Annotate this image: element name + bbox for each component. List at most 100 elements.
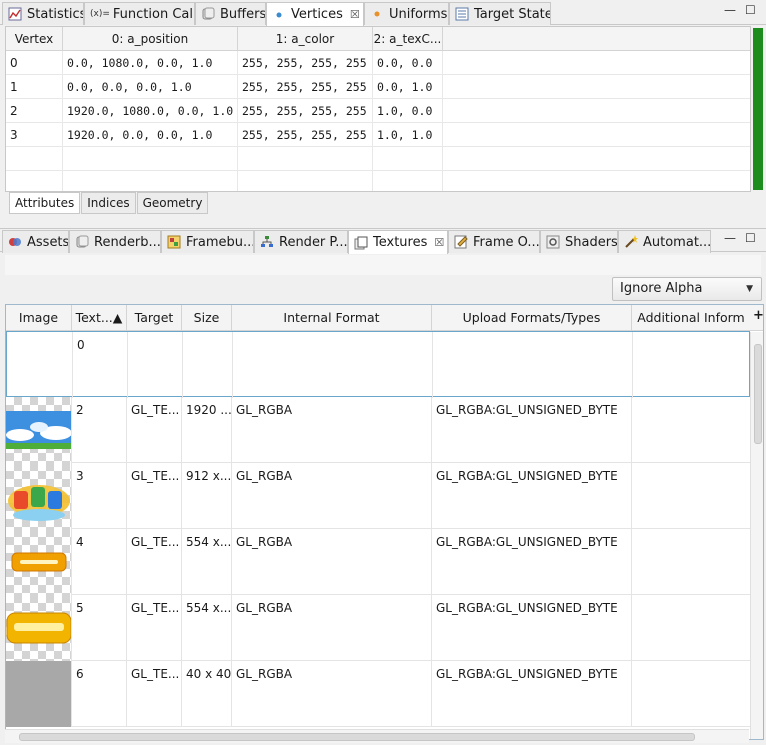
- column-header-internal-format[interactable]: Internal Format: [232, 305, 432, 331]
- tab-label: Buffers: [220, 6, 266, 22]
- tab-uniforms[interactable]: Uniforms: [364, 2, 449, 25]
- render-pass-icon: [261, 236, 273, 247]
- vertex-index: 2: [6, 99, 63, 123]
- buffers-icon: [202, 7, 215, 20]
- horizontal-scrollbar[interactable]: [5, 729, 749, 743]
- shaders-icon: [546, 235, 560, 249]
- add-column-icon[interactable]: +: [753, 308, 763, 323]
- vertical-scrollbar[interactable]: [750, 332, 763, 739]
- column-header-color[interactable]: 1: a_color: [238, 27, 373, 51]
- tab-frame-objects[interactable]: Frame O...: [448, 230, 540, 253]
- vertices-icon: [276, 12, 282, 17]
- tab-shaders[interactable]: Shaders: [540, 230, 618, 253]
- tab-indices[interactable]: Indices: [81, 192, 136, 214]
- tab-function-call[interactable]: (x)= Function Call: [84, 2, 195, 25]
- tab-label: Framebu...: [186, 234, 254, 250]
- function-call-icon: (x)=: [90, 9, 110, 19]
- texcoord-cell: 1.0, 0.0: [373, 99, 443, 123]
- tab-label: Textures: [373, 235, 428, 250]
- scrollbar-thumb[interactable]: [754, 344, 762, 444]
- size-cell: 40 x 40: [182, 661, 232, 727]
- tab-target-state[interactable]: Target State: [449, 2, 551, 25]
- target-cell: GL_TE...: [127, 397, 182, 463]
- tab-automation[interactable]: Automat...: [618, 230, 711, 253]
- maximize-icon[interactable]: ☐: [745, 231, 756, 245]
- image-cell: [7, 332, 73, 398]
- column-header-target[interactable]: Target: [127, 305, 182, 331]
- tab-label: Statistics: [27, 6, 84, 22]
- empty-cell: [238, 147, 373, 171]
- tab-textures[interactable]: Textures ☒: [348, 230, 448, 254]
- empty-cell: [6, 171, 63, 191]
- vertex-index: 0: [6, 51, 63, 75]
- tab-vertices[interactable]: Vertices ☒: [266, 2, 364, 26]
- tab-label: Automat...: [643, 234, 711, 250]
- table-header: Image Text...▲ Target Size Internal Form…: [6, 305, 763, 331]
- internal-format-cell: GL_RGBA: [232, 529, 432, 595]
- upload-format-cell: GL_RGBA:GL_UNSIGNED_BYTE: [432, 397, 632, 463]
- textures-toolbar: [5, 255, 761, 275]
- column-header-additional-info[interactable]: Additional Inform: [632, 305, 750, 331]
- minimize-icon[interactable]: —: [724, 3, 736, 17]
- table-row[interactable]: 0 0.0, 1080.0, 0.0, 1.0 255, 255, 255, 2…: [6, 51, 750, 75]
- tab-buffers[interactable]: Buffers: [195, 2, 266, 25]
- image-cell: [6, 397, 72, 463]
- table-row[interactable]: 0: [6, 331, 750, 398]
- upload-format-cell: GL_RGBA:GL_UNSIGNED_BYTE: [432, 595, 632, 661]
- column-header-upload-formats[interactable]: Upload Formats/Types: [432, 305, 632, 331]
- column-header-vertex[interactable]: Vertex: [6, 27, 63, 51]
- close-icon[interactable]: ☒: [350, 8, 360, 21]
- vertex-index: 3: [6, 123, 63, 147]
- top-tab-bar: Statistics (x)= Function Call Buffers Ve…: [0, 0, 766, 26]
- table-row[interactable]: 3 1920.0, 0.0, 0.0, 1.0 255, 255, 255, 2…: [6, 123, 750, 147]
- alpha-mode-dropdown[interactable]: Ignore Alpha ▼: [612, 277, 762, 301]
- column-header-position[interactable]: 0: a_position: [63, 27, 238, 51]
- minimize-icon[interactable]: —: [724, 231, 736, 245]
- target-cell: GL_TE...: [127, 463, 182, 529]
- image-cell: [6, 661, 72, 727]
- color-cell: 255, 255, 255, 255: [238, 75, 373, 99]
- tab-attributes[interactable]: Attributes: [9, 192, 81, 214]
- close-icon[interactable]: ☒: [434, 236, 444, 249]
- table-row[interactable]: 3 GL_TE... 912 x... GL_RGBA GL_RGBA:GL_U…: [6, 463, 750, 529]
- tab-renderbuffers[interactable]: Renderb...: [69, 230, 161, 253]
- texture-thumbnail-sky: [6, 397, 71, 463]
- internal-format-cell: GL_RGBA: [232, 463, 432, 529]
- tab-label: Vertices: [291, 7, 343, 22]
- texture-id-cell: 5: [72, 595, 127, 661]
- texcoord-cell: 0.0, 1.0: [373, 75, 443, 99]
- table-row[interactable]: 6 GL_TE... 40 x 40 GL_RGBA GL_RGBA:GL_UN…: [6, 661, 750, 727]
- maximize-icon[interactable]: ☐: [745, 3, 756, 17]
- internal-format-cell: GL_RGBA: [232, 397, 432, 463]
- texture-id-cell: 2: [72, 397, 127, 463]
- image-cell: [6, 463, 72, 529]
- table-row[interactable]: 5 GL_TE... 554 x... GL_RGBA GL_RGBA:GL_U…: [6, 595, 750, 661]
- column-header-texcoord[interactable]: 2: a_texC...: [373, 27, 443, 51]
- tab-label: Uniforms: [389, 6, 448, 22]
- frame-objects-icon: [454, 235, 468, 249]
- column-header-size[interactable]: Size: [182, 305, 232, 331]
- tab-label: Assets: [27, 234, 69, 250]
- table-row[interactable]: 4 GL_TE... 554 x... GL_RGBA GL_RGBA:GL_U…: [6, 529, 750, 595]
- target-cell: [128, 332, 183, 398]
- scrollbar-thumb[interactable]: [19, 733, 695, 741]
- column-header-texture-id[interactable]: Text...▲: [72, 305, 127, 331]
- color-cell: 255, 255, 255, 255: [238, 99, 373, 123]
- texture-thumbnail-button-small: [6, 529, 71, 595]
- upload-format-cell: GL_RGBA:GL_UNSIGNED_BYTE: [432, 463, 632, 529]
- table-row[interactable]: 2 GL_TE... 1920 ... GL_RGBA GL_RGBA:GL_U…: [6, 397, 750, 463]
- internal-format-cell: GL_RGBA: [232, 595, 432, 661]
- column-header-image[interactable]: Image: [6, 305, 72, 331]
- table-row[interactable]: 2 1920.0, 1080.0, 0.0, 1.0 255, 255, 255…: [6, 99, 750, 123]
- tab-geometry[interactable]: Geometry: [136, 192, 209, 214]
- tab-assets[interactable]: Assets: [2, 230, 69, 253]
- table-row[interactable]: 1 0.0, 0.0, 0.0, 1.0 255, 255, 255, 255 …: [6, 75, 750, 99]
- texture-thumbnail-gray: [6, 661, 71, 727]
- tab-statistics[interactable]: Statistics: [2, 2, 84, 25]
- position-cell: 0.0, 1080.0, 0.0, 1.0: [63, 51, 238, 75]
- assets-icon: [9, 238, 21, 246]
- empty-cell: [373, 147, 443, 171]
- tab-framebuffers[interactable]: Framebu...: [161, 230, 254, 253]
- tab-render-passes[interactable]: Render P...: [254, 230, 348, 253]
- color-cell: 255, 255, 255, 255: [238, 123, 373, 147]
